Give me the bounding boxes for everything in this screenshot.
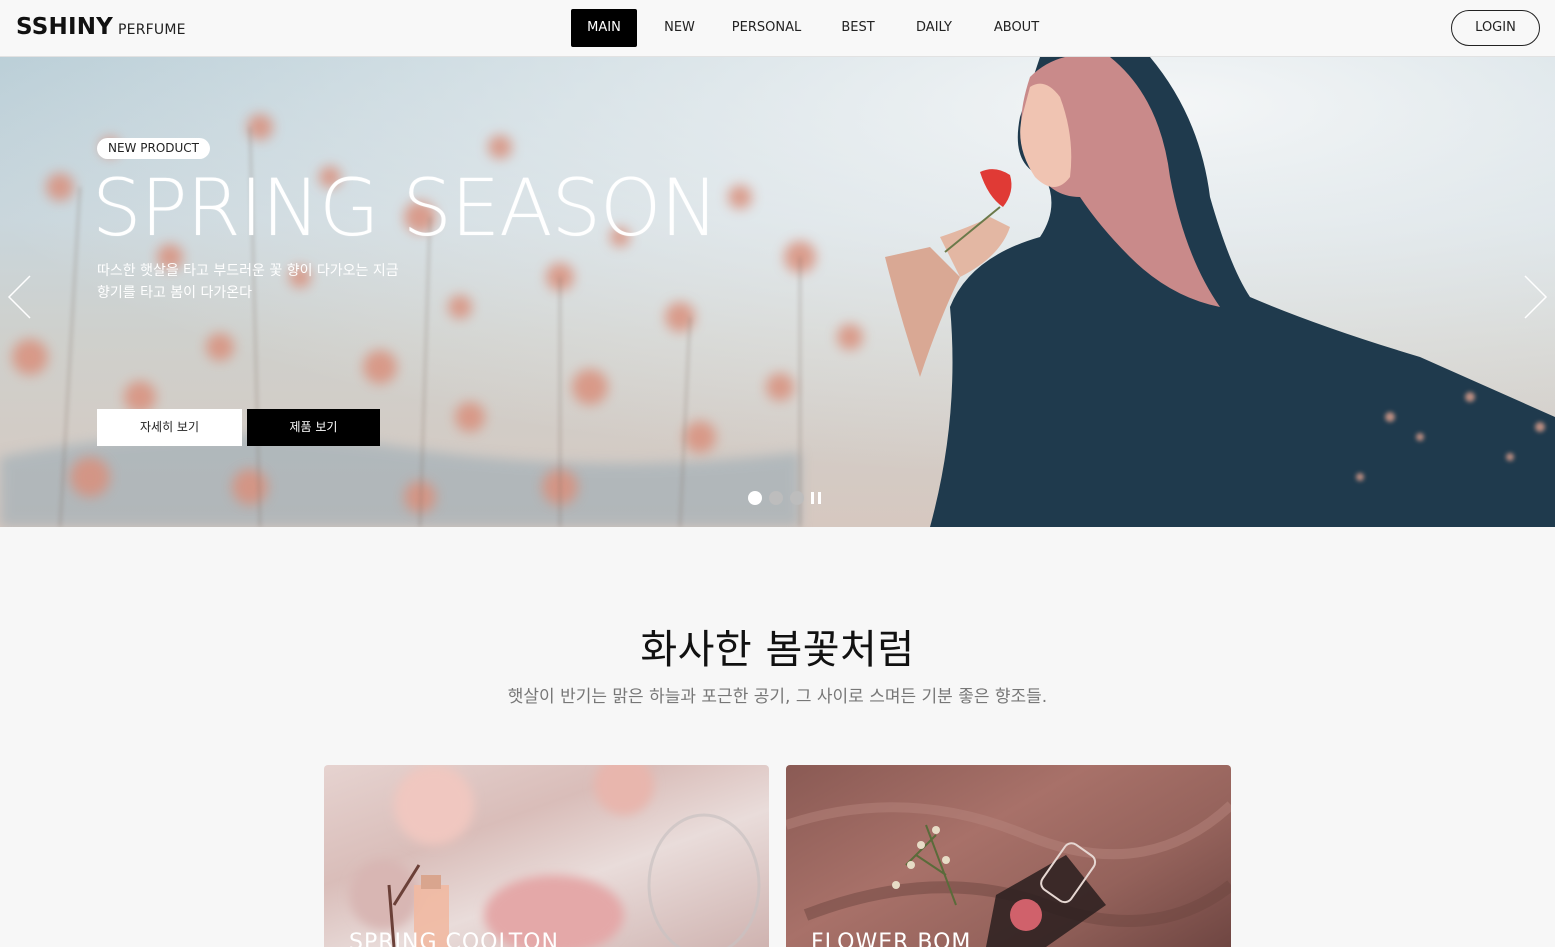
logo-main-text: SSHINY bbox=[16, 14, 114, 40]
logo[interactable]: SSHINY PERFUME bbox=[16, 14, 186, 40]
hero-slider: NEW PRODUCT SPRING SEASON 따스한 햇살을 타고 부드러… bbox=[0, 57, 1555, 527]
view-details-button[interactable]: 자세히 보기 bbox=[97, 409, 242, 446]
section-title: 화사한 봄꽃처럼 bbox=[640, 627, 915, 673]
product-card-image bbox=[349, 765, 761, 947]
product-card-image bbox=[786, 801, 1231, 947]
nav-item-best[interactable]: BEST bbox=[814, 9, 902, 47]
nav-item-about[interactable]: ABOUT bbox=[966, 9, 1067, 47]
slide-pagination bbox=[748, 491, 821, 505]
section-subtitle: 햇살이 반기는 맑은 하늘과 포근한 공기, 그 사이로 스며든 기분 좋은 향… bbox=[507, 687, 1048, 707]
hero-description: 따스한 햇살을 타고 부드러운 꽃 향이 다가오는 지금 향기를 타고 봄이 다… bbox=[97, 260, 517, 304]
nav-item-main[interactable]: MAIN bbox=[571, 9, 637, 47]
next-slide-arrow-icon[interactable] bbox=[1521, 273, 1551, 323]
hero-description-line-1: 따스한 햇살을 타고 부드러운 꽃 향이 다가오는 지금 bbox=[97, 263, 399, 279]
site-header: SSHINY PERFUME MAIN NEW PERSONAL BEST DA… bbox=[0, 0, 1555, 57]
nav-item-new[interactable]: NEW bbox=[636, 9, 723, 47]
nav-item-personal[interactable]: PERSONAL bbox=[719, 9, 814, 47]
pause-icon[interactable] bbox=[811, 492, 821, 504]
product-card-label: FLOWER BOM bbox=[811, 930, 972, 947]
slide-dot-1[interactable] bbox=[748, 491, 762, 505]
slide-dot-3[interactable] bbox=[790, 491, 804, 505]
login-button[interactable]: LOGIN bbox=[1451, 10, 1540, 46]
prev-slide-arrow-icon[interactable] bbox=[4, 273, 34, 323]
hero-description-line-2: 향기를 타고 봄이 다가온다 bbox=[97, 285, 253, 301]
main-nav: MAIN NEW PERSONAL BEST DAILY ABOUT bbox=[571, 9, 1067, 47]
product-card-spring-coolton[interactable]: SPRING COOLTON bbox=[324, 765, 769, 947]
slide-dot-2[interactable] bbox=[769, 491, 783, 505]
view-product-button[interactable]: 제품 보기 bbox=[247, 409, 380, 446]
product-card-flower-bom[interactable]: FLOWER BOM bbox=[786, 765, 1231, 947]
hero-title: SPRING SEASON bbox=[92, 164, 719, 254]
nav-item-daily[interactable]: DAILY bbox=[902, 9, 966, 47]
product-card-label: SPRING COOLTON bbox=[349, 930, 559, 947]
logo-sub-text: PERFUME bbox=[118, 22, 186, 38]
new-product-badge: NEW PRODUCT bbox=[97, 138, 210, 159]
